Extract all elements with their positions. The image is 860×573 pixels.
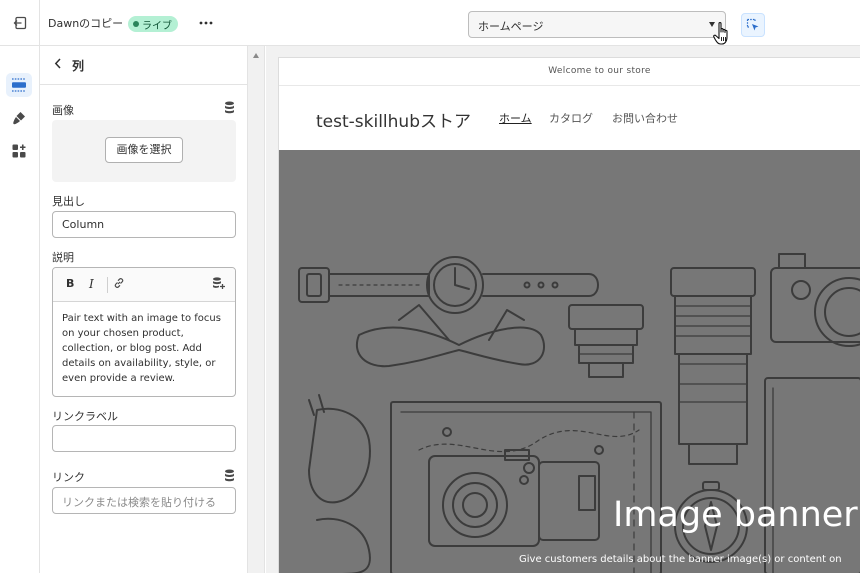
back-button[interactable] [54,58,62,72]
live-dot-icon [133,21,139,27]
heading-label: 見出し [52,195,85,208]
icon-rail [0,46,40,573]
scroll-up-icon[interactable] [253,53,259,58]
select-image-button[interactable]: 画像を選択 [105,137,183,163]
dynamic-source-icon[interactable] [224,101,235,114]
chevron-left-icon [54,58,61,69]
page-selector[interactable]: ホームページ [468,11,726,38]
top-bar: Dawnのコピー ライブ ホームページ [0,0,860,46]
apps-icon [12,144,26,158]
dynamic-source-icon[interactable] [224,469,235,482]
inspector-button[interactable] [741,13,765,37]
dynamic-source-add-icon [213,277,225,289]
exit-icon [13,16,26,30]
inspector-icon [746,18,759,31]
settings-panel: 列 画像 画像を選択 見出し Column 説明 B I Pair text w… [40,46,248,573]
nav-item-contact[interactable]: お問い合わせ [612,110,678,126]
sections-icon [12,78,26,92]
nav-item-home[interactable]: ホーム [499,110,532,126]
banner-title: Image banner [613,495,858,535]
toolbar-divider [107,277,108,293]
link-input[interactable]: リンクまたは検索を貼り付ける [52,487,236,514]
bold-button[interactable]: B [66,277,74,290]
store-preview[interactable]: Welcome to our store test-skillhubストア ホー… [278,57,860,573]
nav-item-catalog[interactable]: カタログ [549,110,593,126]
image-label: 画像 [52,104,74,117]
brush-icon [13,112,25,125]
insert-dynamic-source-button[interactable] [212,277,225,292]
banner-description: Give customers details about the banner … [519,554,842,565]
status-badge: ライブ [128,16,178,32]
description-label: 説明 [52,251,74,264]
description-editor: B I Pair text with an image to focus on … [52,267,236,397]
panel-title: 列 [72,58,85,73]
description-text[interactable]: Pair text with an image to focus on your… [53,302,235,386]
link-icon [114,278,124,288]
more-icon [199,21,213,25]
image-banner[interactable]: Image banner Give customers details abou… [279,150,860,573]
link-label: リンク [52,471,85,484]
store-header: test-skillhubストア ホーム カタログ お問い合わせ [279,86,860,150]
panel-header: 列 [40,46,247,85]
image-picker: 画像を選択 [52,120,236,182]
theme-name: Dawnのコピー [48,17,124,30]
rail-item-theme-settings[interactable] [6,106,32,130]
rail-item-sections[interactable] [6,73,32,97]
panel-scrollbar[interactable] [248,46,265,573]
link-label-input[interactable] [52,425,236,452]
link-label-label: リンクラベル [52,410,118,423]
page-selector-value: ホームページ [478,20,544,33]
italic-button[interactable]: I [89,277,94,291]
exit-button[interactable] [0,0,40,46]
announcement-bar: Welcome to our store [279,58,860,86]
more-button[interactable] [196,14,216,32]
store-name[interactable]: test-skillhubストア [316,107,471,132]
rail-item-apps[interactable] [6,139,32,163]
status-badge-label: ライブ [142,20,172,32]
heading-input[interactable]: Column [52,211,236,238]
link-button[interactable] [113,277,125,292]
rich-text-toolbar: B I [53,268,235,302]
